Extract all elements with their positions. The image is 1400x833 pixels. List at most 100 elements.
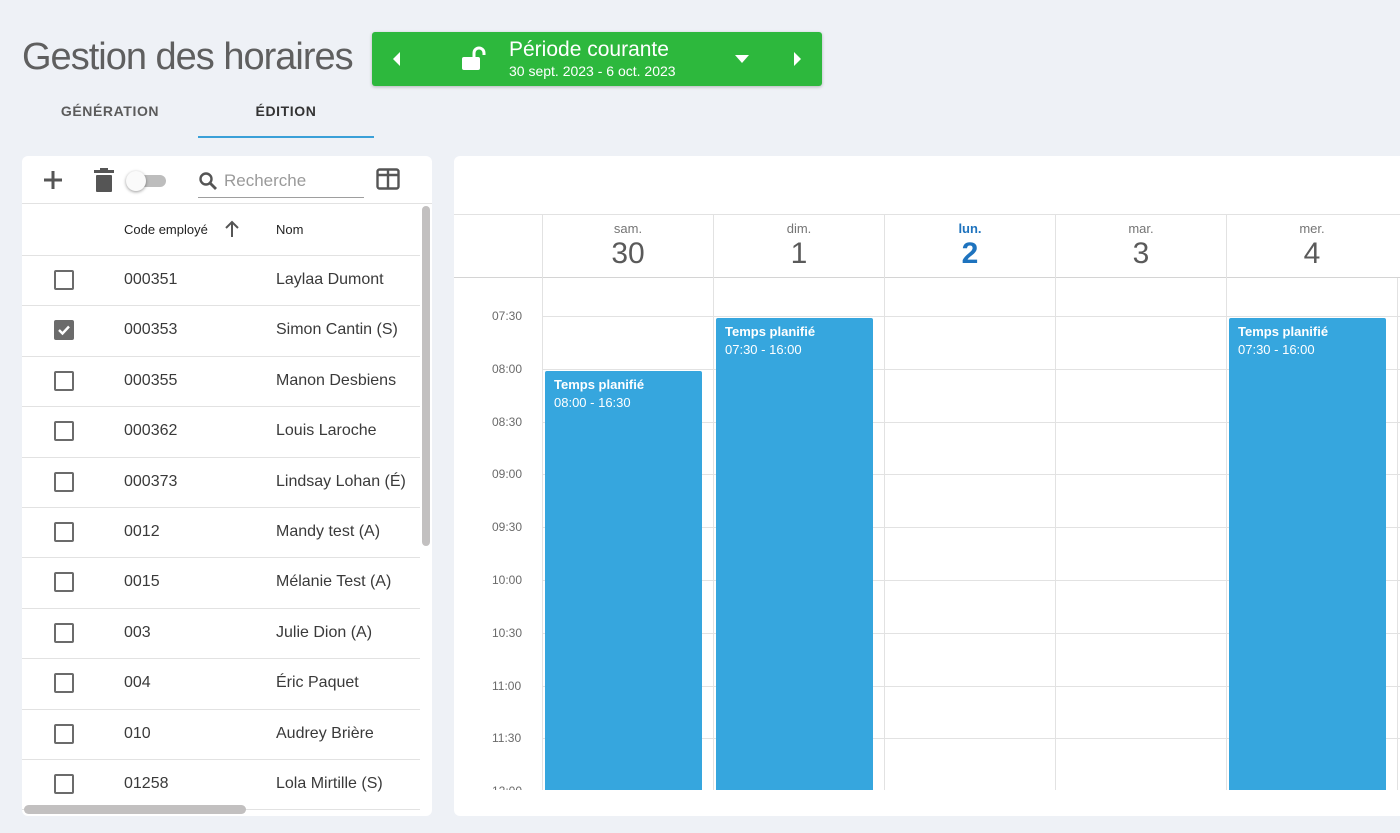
day-header[interactable]: dim. 1: [713, 215, 884, 279]
employee-code: 0012: [124, 522, 160, 540]
employee-name: Lindsay Lohan (É): [276, 472, 406, 490]
employee-code: 004: [124, 674, 151, 692]
employee-name: Simon Cantin (S): [276, 321, 398, 339]
time-label: 07:30: [492, 309, 523, 323]
day-name: dim.: [786, 221, 812, 236]
table-header: Code employé Nom: [22, 204, 420, 256]
employee-code: 010: [124, 724, 151, 742]
tab-generation[interactable]: GÉNÉRATION: [22, 96, 198, 138]
row-checkbox[interactable]: [54, 421, 74, 442]
employee-code: 000373: [124, 472, 178, 490]
add-icon[interactable]: [42, 169, 64, 196]
day-name: sam.: [613, 221, 643, 236]
employee-code: 000362: [124, 422, 178, 440]
time-label: 12:00: [492, 784, 522, 790]
day-number: 1: [790, 237, 808, 270]
calendar-event[interactable]: Temps planifié 07:30 - 16:00: [1229, 318, 1386, 790]
table-row[interactable]: 003 Julie Dion (A): [22, 609, 420, 660]
row-checkbox[interactable]: [54, 622, 74, 643]
table-row[interactable]: 000351 Laylaa Dumont: [22, 256, 420, 307]
time-label: 10:00: [492, 573, 523, 587]
vertical-scrollbar[interactable]: [420, 204, 432, 816]
search-input[interactable]: [224, 168, 360, 194]
employee-name: Laylaa Dumont: [276, 271, 384, 288]
row-checkbox[interactable]: [54, 320, 74, 341]
period-selector: Période courante 30 sept. 2023 - 6 oct. …: [372, 32, 822, 86]
table-row[interactable]: 0012 Mandy test (A): [22, 508, 420, 559]
calendar-panel: sam. 30 dim. 1 lun. 2 mar. 3 mer. 4 07:30 08:00 08:…: [454, 156, 1400, 816]
event-title: Temps planifié: [725, 324, 816, 339]
event-time: 07:30 - 16:00: [725, 342, 802, 357]
tab-edition[interactable]: ÉDITION: [198, 96, 374, 138]
calendar-grid: 07:30 08:00 08:30 09:00 09:30 10:00 10:30 11:00…: [454, 278, 1400, 790]
table-row[interactable]: 004 Éric Paquet: [22, 659, 420, 710]
row-checkbox[interactable]: [54, 723, 74, 744]
employee-name: Éric Paquet: [276, 674, 359, 692]
employee-name: Lola Mirtille (S): [276, 774, 383, 792]
employee-toolbar: [22, 156, 432, 204]
employee-name: Manon Desbiens: [276, 371, 397, 389]
calendar-header: sam. 30 dim. 1 lun. 2 mar. 3 mer. 4: [454, 214, 1400, 279]
column-header-code[interactable]: Code employé: [124, 222, 208, 237]
horizontal-scrollbar[interactable]: [22, 802, 432, 816]
employee-code: 000351: [124, 271, 178, 288]
time-label: 10:30: [492, 625, 523, 640]
table-row[interactable]: 000353 Simon Cantin (S): [22, 306, 420, 357]
day-number: 3: [1132, 237, 1150, 270]
day-header[interactable]: mer. 4: [1226, 215, 1397, 279]
row-checkbox[interactable]: [54, 521, 74, 542]
time-label: 08:00: [492, 361, 523, 376]
table-row[interactable]: 000362 Louis Laroche: [22, 407, 420, 458]
employee-code: 0015: [124, 573, 160, 591]
column-header-nom[interactable]: Nom: [276, 222, 303, 237]
event-title: Temps planifié: [1238, 324, 1329, 339]
table-row[interactable]: 000373 Lindsay Lohan (É): [22, 458, 420, 508]
filter-toggle[interactable]: [126, 171, 168, 191]
day-number: 4: [1303, 237, 1321, 270]
employee-code: 003: [124, 623, 151, 641]
day-header[interactable]: lun. 2: [884, 215, 1055, 279]
table-row[interactable]: 000355 Manon Desbiens: [22, 357, 420, 408]
sort-arrow-up-icon[interactable]: [224, 220, 240, 241]
unlock-icon[interactable]: [460, 45, 488, 78]
day-name: mer.: [1299, 221, 1325, 236]
time-label: 09:30: [492, 520, 523, 535]
day-header[interactable]: mar. 3: [1055, 215, 1226, 279]
table-row[interactable]: 010 Audrey Brière: [22, 710, 420, 760]
event-title: Temps planifié: [554, 376, 645, 392]
day-name: mar.: [1128, 221, 1154, 236]
columns-icon[interactable]: [376, 168, 400, 195]
employee-code: 000353: [124, 321, 178, 339]
employee-list: 000351 Laylaa Dumont 000353 Simon Cantin (S…: [22, 256, 420, 811]
time-label: 08:30: [492, 414, 523, 429]
time-label: 09:00: [492, 467, 523, 482]
trash-icon[interactable]: [94, 168, 114, 197]
row-checkbox[interactable]: [54, 370, 74, 391]
row-checkbox[interactable]: [54, 270, 74, 290]
day-header[interactable]: sam. 30: [542, 215, 713, 279]
employee-name: Louis Laroche: [276, 422, 377, 440]
next-period-icon[interactable]: [790, 49, 804, 74]
event-time: 08:00 - 16:30: [554, 394, 631, 410]
employee-code: 000355: [124, 371, 178, 389]
calendar-event[interactable]: Temps planifié 07:30 - 16:00: [716, 318, 873, 790]
row-checkbox[interactable]: [54, 471, 74, 492]
row-checkbox[interactable]: [54, 673, 74, 694]
time-label: 11:30: [492, 731, 522, 746]
row-checkbox[interactable]: [54, 572, 74, 593]
page-title: Gestion des horaires: [22, 36, 354, 78]
row-checkbox[interactable]: [54, 773, 74, 794]
period-range: 30 sept. 2023 - 6 oct. 2023: [509, 63, 676, 79]
calendar-event[interactable]: Temps planifié 08:00 - 16:30: [545, 370, 702, 790]
table-row[interactable]: 0015 Mélanie Test (A): [22, 558, 420, 609]
time-label: 11:00: [492, 678, 522, 693]
employee-name: Mandy test (A): [276, 522, 381, 540]
day-number: 2: [961, 237, 979, 270]
employee-panel: Code employé Nom 000351Laylaa Dumont0003…: [22, 156, 432, 816]
previous-period-icon[interactable]: [390, 49, 404, 74]
day-number: 30: [611, 237, 645, 270]
employee-code: 01258: [124, 774, 169, 792]
employee-name: Audrey Brière: [276, 724, 374, 742]
chevron-down-icon[interactable]: [734, 52, 750, 70]
period-title: Période courante: [509, 38, 669, 61]
